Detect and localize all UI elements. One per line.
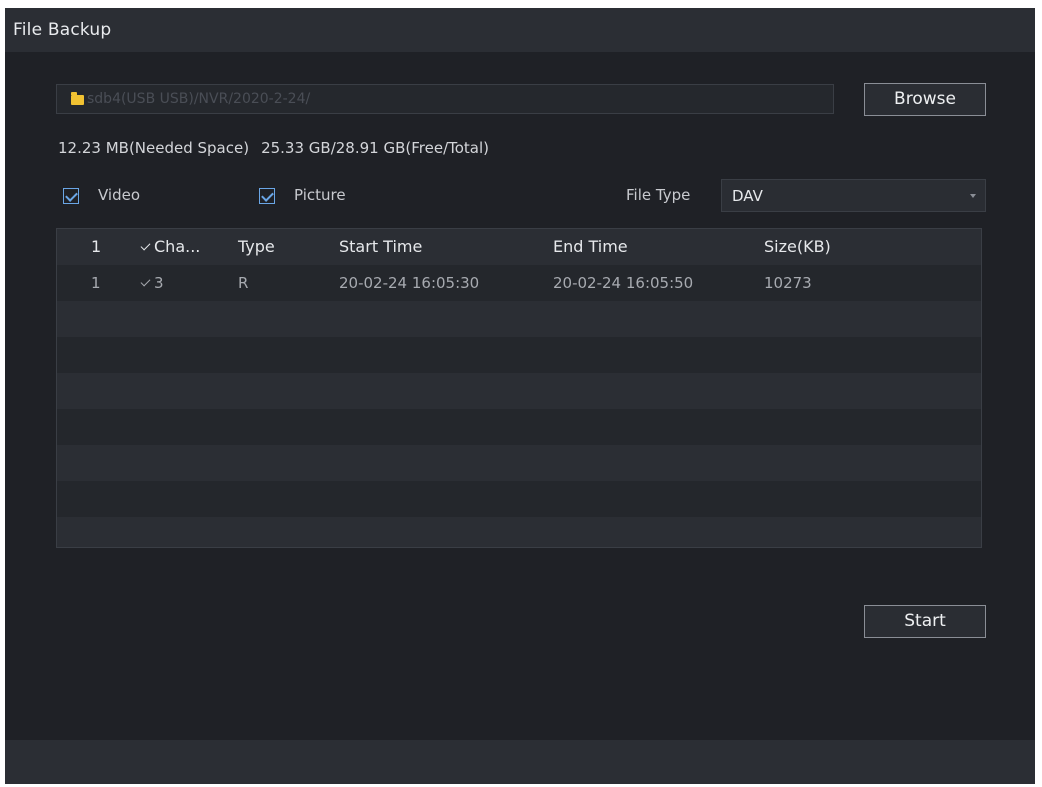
browse-button[interactable]: Browse <box>864 83 986 116</box>
picture-checkbox[interactable] <box>259 188 275 204</box>
table-header: 1 Cha... Type Start Time End Time Size(K… <box>57 229 981 265</box>
row-channel-value: 3 <box>154 274 164 292</box>
row-size: 10273 <box>764 274 812 292</box>
table-row-empty <box>57 337 981 373</box>
check-icon <box>140 276 151 287</box>
video-label: Video <box>98 186 141 204</box>
table-row-empty <box>57 481 981 517</box>
space-info: 12.23 MB(Needed Space) 25.33 GB/28.91 GB(… <box>58 139 489 157</box>
video-checkbox[interactable] <box>63 188 79 204</box>
table-row-empty <box>57 373 981 409</box>
table-row[interactable]: 1 3 R 20-02-24 16:05:30 20-02-24 16:05:5… <box>57 265 981 301</box>
picture-label: Picture <box>294 186 346 204</box>
file-type-value: DAV <box>732 187 763 205</box>
row-end-time: 20-02-24 16:05:50 <box>553 274 694 292</box>
row-channel[interactable]: 3 <box>140 274 164 292</box>
needed-space-text: 12.23 MB(Needed Space) <box>58 139 250 157</box>
header-index[interactable]: 1 <box>91 237 101 256</box>
backup-path-field[interactable]: sdb4(USB USB)/NVR/2020-2-24/ <box>56 84 834 114</box>
folder-icon <box>71 92 84 105</box>
backup-path-text: sdb4(USB USB)/NVR/2020-2-24/ <box>87 91 311 107</box>
table-row-empty <box>57 301 981 337</box>
window-title: File Backup <box>13 20 112 40</box>
file-type-label: File Type <box>626 186 691 204</box>
header-channel-label: Cha... <box>154 237 201 256</box>
header-channel[interactable]: Cha... <box>140 237 201 256</box>
title-bar: File Backup <box>5 8 1035 52</box>
check-icon <box>140 240 151 251</box>
header-start-time[interactable]: Start Time <box>339 237 422 256</box>
table-row-empty <box>57 517 981 547</box>
table-row-empty <box>57 409 981 445</box>
table-row-empty <box>57 445 981 481</box>
header-end-time[interactable]: End Time <box>553 237 628 256</box>
start-button[interactable]: Start <box>864 605 986 638</box>
chevron-down-icon <box>970 194 976 198</box>
file-type-select[interactable]: DAV <box>721 179 986 212</box>
footer-bar <box>5 740 1035 784</box>
header-type[interactable]: Type <box>238 237 275 256</box>
row-type: R <box>238 274 249 292</box>
file-backup-window: File Backup sdb4(USB USB)/NVR/2020-2-24/… <box>5 8 1035 784</box>
row-start-time: 20-02-24 16:05:30 <box>339 274 480 292</box>
row-index: 1 <box>91 274 101 292</box>
header-size[interactable]: Size(KB) <box>764 237 831 256</box>
file-table: 1 Cha... Type Start Time End Time Size(K… <box>56 228 982 548</box>
free-total-space-text: 25.33 GB/28.91 GB(Free/Total) <box>261 139 490 157</box>
